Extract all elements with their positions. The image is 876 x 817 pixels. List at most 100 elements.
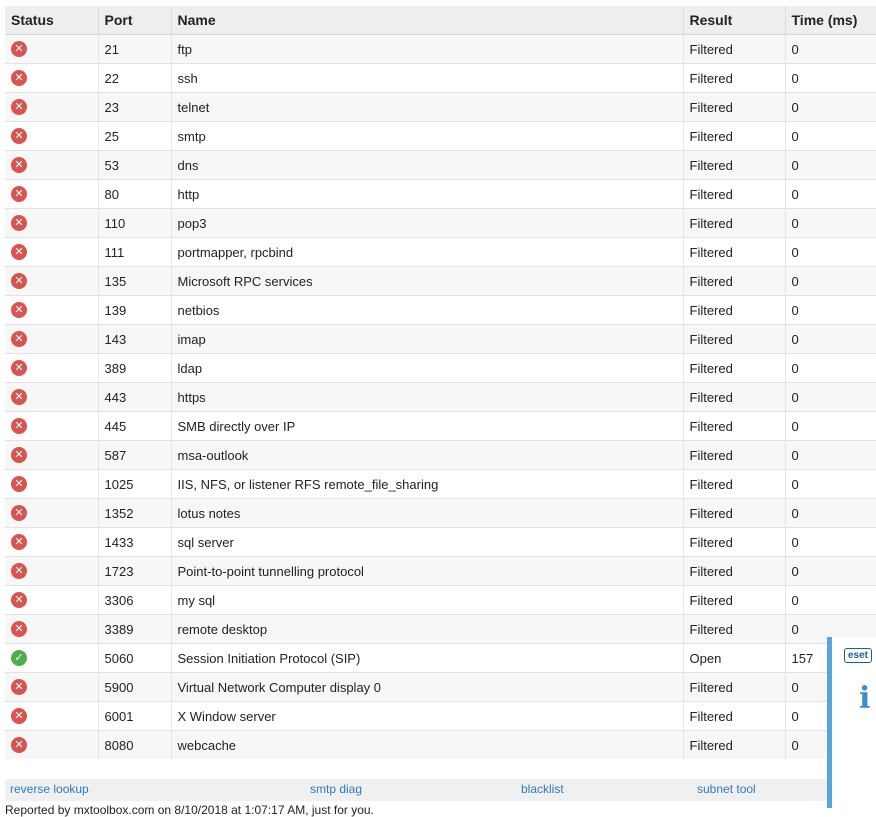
port-cell: 53 [97,150,171,180]
table-row[interactable]: ✕ 443 https Filtered 0 [5,382,876,412]
x-circle-icon: ✕ [11,447,27,464]
result-cell: Filtered [682,34,785,64]
port-cell: 5060 [97,643,171,673]
reverse-lookup-link[interactable]: reverse lookup [10,782,89,796]
x-circle-icon: ✕ [11,99,27,116]
time-cell: 0 [784,353,876,383]
table-row[interactable]: ✕ 111 portmapper, rpcbind Filtered 0 [5,237,876,267]
table-row[interactable]: ✕ 139 netbios Filtered 0 [5,295,876,325]
table-body: ✕ 21 ftp Filtered 0 ✕ 22 ssh Filtered 0 ✕ 23 telnet F… [5,34,876,759]
table-row[interactable]: ✕ 143 imap Filtered 0 [5,324,876,354]
port-cell: 587 [97,440,171,470]
result-cell: Filtered [682,208,785,238]
name-cell: smtp [170,121,683,151]
table-row[interactable]: ✕ 1433 sql server Filtered 0 [5,527,876,557]
name-cell: Point-to-point tunnelling protocol [170,556,683,586]
eset-notification-panel[interactable]: eset i [827,637,876,808]
table-row[interactable]: ✓ 5060 Session Initiation Protocol (SIP) Op… [5,643,876,673]
name-cell: Virtual Network Computer display 0 [170,672,683,702]
result-cell: Filtered [682,179,785,209]
table-row[interactable]: ✕ 3306 my sql Filtered 0 [5,585,876,615]
table-row[interactable]: ✕ 389 ldap Filtered 0 [5,353,876,383]
table-row[interactable]: ✕ 23 telnet Filtered 0 [5,92,876,122]
time-cell: 0 [784,92,876,122]
table-row[interactable]: ✕ 1352 lotus notes Filtered 0 [5,498,876,528]
table-row[interactable]: ✕ 5900 Virtual Network Computer display 0F… [5,672,876,702]
status-cell: ✕ [5,730,98,759]
x-circle-icon: ✕ [11,476,27,493]
table-row[interactable]: ✕ 1025 IIS, NFS, or listener RFS remote_fi… [5,469,876,499]
port-cell: 443 [97,382,171,412]
port-cell: 1025 [97,469,171,499]
port-cell: 1352 [97,498,171,528]
port-cell: 22 [97,63,171,93]
result-cell: Filtered [682,585,785,615]
status-cell: ✕ [5,672,98,702]
time-cell: 0 [784,208,876,238]
status-cell: ✕ [5,527,98,557]
status-cell: ✕ [5,469,98,499]
table-row[interactable]: ✕ 6001 X Window server Filtered 0 [5,701,876,731]
column-header-time[interactable]: Time (ms) [784,6,876,35]
result-cell: Filtered [682,237,785,267]
subnet-tool-link[interactable]: subnet tool [697,782,756,796]
result-cell: Filtered [682,440,785,470]
result-cell: Filtered [682,63,785,93]
result-cell: Filtered [682,469,785,499]
result-cell: Filtered [682,672,785,702]
status-cell: ✕ [5,556,98,586]
table-row[interactable]: ✕ 8080 webcache Filtered 0 [5,730,876,759]
table-row[interactable]: ✕ 445 SMB directly over IP Filtered 0 [5,411,876,441]
table-row[interactable]: ✕ 135 Microsoft RPC services Filtered 0 [5,266,876,296]
x-circle-icon: ✕ [11,621,27,638]
column-header-port[interactable]: Port [97,6,171,35]
result-cell: Filtered [682,324,785,354]
column-header-status[interactable]: Status [5,6,98,35]
footer-links-bar: reverse lookup smtp diag blacklist subne… [5,779,827,801]
result-cell: Filtered [682,556,785,586]
report-footer-text: Reported by mxtoolbox.com on 8/10/2018 a… [5,803,374,817]
time-cell: 0 [784,440,876,470]
time-cell: 0 [784,585,876,615]
port-cell: 1723 [97,556,171,586]
status-cell: ✕ [5,382,98,412]
smtp-diag-link[interactable]: smtp diag [310,782,362,796]
result-cell: Filtered [682,411,785,441]
column-header-result[interactable]: Result [682,6,785,35]
blacklist-link[interactable]: blacklist [521,782,564,796]
table-row[interactable]: ✕ 21 ftp Filtered 0 [5,34,876,64]
x-circle-icon: ✕ [11,41,27,58]
name-cell: telnet [170,92,683,122]
column-header-name[interactable]: Name [170,6,683,35]
x-circle-icon: ✕ [11,273,27,290]
table-row[interactable]: ✕ 53 dns Filtered 0 [5,150,876,180]
name-cell: netbios [170,295,683,325]
name-cell: imap [170,324,683,354]
port-cell: 25 [97,121,171,151]
time-cell: 0 [784,150,876,180]
table-row[interactable]: ✕ 1723 Point-to-point tunnelling protocol F… [5,556,876,586]
result-cell: Filtered [682,701,785,731]
time-cell: 0 [784,527,876,557]
status-cell: ✕ [5,237,98,267]
status-cell: ✕ [5,121,98,151]
time-cell: 0 [784,63,876,93]
table-row[interactable]: ✕ 110 pop3 Filtered 0 [5,208,876,238]
time-cell: 0 [784,469,876,499]
status-cell: ✕ [5,179,98,209]
result-cell: Filtered [682,614,785,644]
status-cell: ✕ [5,295,98,325]
x-circle-icon: ✕ [11,534,27,551]
table-row[interactable]: ✕ 587 msa-outlook Filtered 0 [5,440,876,470]
table-row[interactable]: ✕ 25 smtp Filtered 0 [5,121,876,151]
name-cell: Session Initiation Protocol (SIP) [170,643,683,673]
name-cell: msa-outlook [170,440,683,470]
table-row[interactable]: ✕ 80 http Filtered 0 [5,179,876,209]
x-circle-icon: ✕ [11,737,27,754]
x-circle-icon: ✕ [11,244,27,261]
table-row[interactable]: ✕ 3389 remote desktop Filtered 0 [5,614,876,644]
name-cell: remote desktop [170,614,683,644]
table-row[interactable]: ✕ 22 ssh Filtered 0 [5,63,876,93]
status-cell: ✕ [5,440,98,470]
status-cell: ✕ [5,92,98,122]
